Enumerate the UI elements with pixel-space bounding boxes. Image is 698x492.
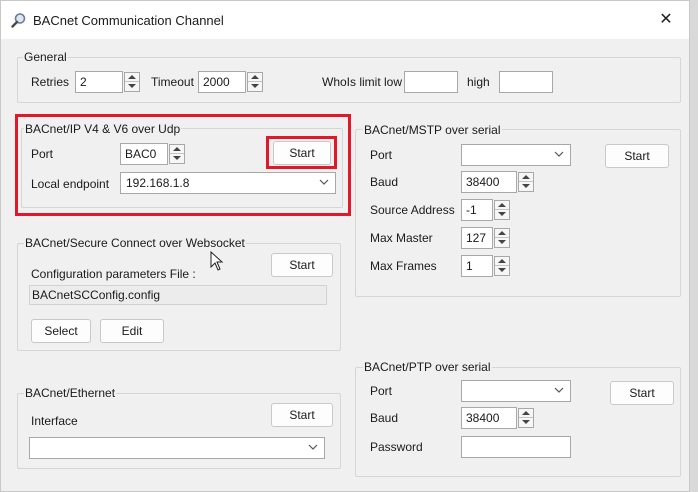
mstp-group-title: BACnet/MSTP over serial	[363, 123, 502, 137]
mstp-master-label: Max Master	[370, 231, 433, 245]
ptp-port-label: Port	[370, 384, 393, 398]
mstp-baud-label: Baud	[370, 175, 399, 189]
mstp-source-label: Source Address	[370, 203, 455, 217]
sc-select-button[interactable]: Select	[31, 319, 91, 343]
sc-config-path: BACnetSCConfig.config	[29, 285, 327, 305]
spin-down-icon[interactable]	[125, 82, 139, 91]
mstp-start-button[interactable]: Start	[605, 144, 669, 168]
ptp-port-select[interactable]	[461, 380, 571, 402]
retries-label: Retries	[31, 75, 70, 89]
timeout-spinner[interactable]	[247, 72, 263, 92]
mstp-frames-label: Max Frames	[370, 259, 437, 273]
ptp-baud-label: Baud	[370, 411, 399, 425]
mouse-pointer-icon	[210, 251, 224, 271]
mstp-baud-spinner[interactable]	[518, 172, 534, 192]
spin-up-icon[interactable]	[495, 257, 509, 266]
spin-down-icon[interactable]	[248, 82, 262, 91]
ptp-group-title: BACnet/PTP over serial	[363, 360, 492, 374]
mstp-port-select[interactable]	[461, 144, 571, 166]
ptp-baud-spinner[interactable]	[518, 408, 534, 428]
ethernet-group-title: BACnet/Ethernet	[24, 386, 117, 400]
spin-down-icon[interactable]	[519, 182, 533, 191]
spin-up-icon[interactable]	[495, 201, 509, 210]
ethernet-interface-label: Interface	[31, 414, 78, 428]
spin-up-icon[interactable]	[248, 73, 262, 82]
spin-down-icon[interactable]	[519, 418, 533, 427]
chevron-down-icon	[554, 387, 564, 393]
chevron-down-icon	[554, 151, 564, 157]
retries-input[interactable]	[75, 71, 123, 93]
chevron-down-icon	[308, 444, 318, 450]
sc-group-title: BACnet/Secure Connect over Websocket	[24, 236, 246, 250]
mstp-master-spinner[interactable]	[494, 228, 510, 248]
spin-down-icon[interactable]	[495, 238, 509, 247]
mstp-source-input[interactable]	[461, 199, 493, 221]
highlight-ip-start	[266, 136, 337, 169]
whois-high-label: high	[467, 75, 490, 89]
general-group-title: General	[23, 50, 68, 64]
mstp-source-spinner[interactable]	[494, 200, 510, 220]
sc-edit-button[interactable]: Edit	[100, 319, 164, 343]
ethernet-interface-select[interactable]	[29, 437, 325, 459]
close-icon: ✕	[659, 11, 673, 28]
mstp-baud-input[interactable]	[461, 171, 517, 193]
ptp-password-label: Password	[370, 440, 423, 454]
spin-up-icon[interactable]	[519, 409, 533, 418]
whois-high-input[interactable]	[499, 71, 553, 93]
sc-config-label: Configuration parameters File :	[31, 267, 196, 281]
background-edge	[690, 0, 698, 492]
sc-start-button[interactable]: Start	[271, 253, 333, 277]
mstp-master-input[interactable]	[461, 227, 493, 249]
spin-up-icon[interactable]	[519, 173, 533, 182]
whois-low-label: WhoIs limit low	[322, 75, 403, 89]
timeout-input[interactable]	[198, 71, 246, 93]
spin-down-icon[interactable]	[495, 210, 509, 219]
window-title: BACnet Communication Channel	[33, 13, 224, 28]
timeout-label: Timeout	[151, 75, 194, 89]
spin-up-icon[interactable]	[495, 229, 509, 238]
dialog-window: BACnet Communication Channel ✕ General R…	[0, 0, 690, 492]
magnifier-icon	[11, 13, 26, 28]
mstp-port-label: Port	[370, 148, 393, 162]
title-bar: BACnet Communication Channel ✕	[1, 1, 689, 39]
retries-spinner[interactable]	[124, 72, 140, 92]
ptp-start-button[interactable]: Start	[610, 381, 674, 405]
mstp-frames-input[interactable]	[461, 255, 493, 277]
ptp-baud-input[interactable]	[461, 407, 517, 429]
whois-low-input[interactable]	[404, 71, 458, 93]
ethernet-start-button[interactable]: Start	[271, 403, 333, 427]
spin-up-icon[interactable]	[125, 73, 139, 82]
close-button[interactable]: ✕	[643, 1, 689, 39]
ptp-password-input[interactable]	[461, 436, 571, 458]
mstp-frames-spinner[interactable]	[494, 256, 510, 276]
spin-down-icon[interactable]	[495, 266, 509, 275]
